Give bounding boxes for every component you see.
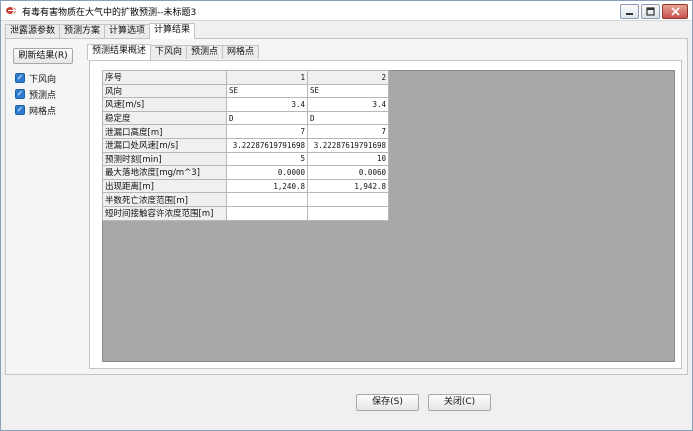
grid-cell[interactable]: 10 [307, 151, 389, 167]
grid-cell[interactable]: 3.22287619791698 [307, 137, 389, 153]
minimize-icon [626, 13, 633, 15]
refresh-results-button[interactable]: 刷新结果(R) [13, 48, 73, 64]
checkbox-downwind[interactable]: ✓ 下风向 [15, 72, 57, 85]
grid-cell-editor[interactable] [307, 205, 389, 221]
maximize-icon [646, 7, 655, 16]
row-header: 预测时刻[min] [102, 151, 227, 167]
checkbox-label: 网格点 [29, 106, 57, 117]
row-header: 半数死亡浓度范围[m] [102, 192, 227, 207]
grid-cell[interactable]: D [226, 110, 308, 126]
tab-calc-results[interactable]: 计算结果 [149, 23, 196, 39]
table-row: 泄漏口高度[m] 7 7 [102, 124, 389, 139]
inner-tab-bar: 预测结果概述 下风向 预测点 网格点 [87, 44, 260, 60]
table-row: 最大落地浓度[mg/m^3] 0.0000 0.0060 [102, 165, 389, 180]
grid-cell[interactable]: 3.4 [307, 97, 389, 112]
checkbox-checked-icon: ✓ [15, 89, 25, 99]
save-button[interactable]: 保存(S) [356, 394, 419, 411]
grid-cell[interactable]: 7 [226, 124, 308, 139]
grid-cell[interactable]: 7 [307, 124, 389, 139]
window-title: 有毒有害物质在大气中的扩散预测--未标题3 [22, 8, 197, 18]
close-icon [670, 7, 680, 16]
results-grid[interactable]: 序号 1 2 风向 SE SE 风速[m/s] 3.4 3.4 稳定度 D D … [102, 70, 389, 221]
table-row: 风速[m/s] 3.4 3.4 [102, 97, 389, 112]
tab-calc-options[interactable]: 计算选项 [104, 24, 151, 38]
maximize-button[interactable] [641, 4, 660, 19]
app-window: 有毒有害物质在大气中的扩散预测--未标题3 泄露源参数 预测方案 计算选项 计算… [0, 0, 693, 431]
grid-cell[interactable]: SE [307, 83, 389, 99]
row-header: 出现距离[m] [102, 178, 227, 194]
table-row: 半数死亡浓度范围[m] [102, 192, 389, 207]
grid-cell[interactable]: 1,942.8 [307, 178, 389, 194]
row-header: 风向 [102, 83, 227, 99]
checkbox-grid-points[interactable]: ✓ 网格点 [15, 104, 57, 117]
outer-tab-bar: 泄露源参数 预测方案 计算选项 计算结果 [5, 23, 196, 39]
grid-cell[interactable]: D [307, 110, 389, 126]
checkbox-checked-icon: ✓ [15, 105, 25, 115]
column-header[interactable]: 1 [226, 70, 308, 85]
checkbox-label: 预测点 [29, 90, 57, 101]
grid-cell[interactable]: 0.0000 [226, 165, 308, 180]
table-row: 短时间接触容许浓度范围[m] [102, 205, 389, 221]
tab-prediction-plan[interactable]: 预测方案 [59, 24, 106, 38]
row-header: 序号 [102, 70, 227, 85]
close-window-button[interactable] [662, 4, 688, 19]
grid-cell[interactable]: 5 [226, 151, 308, 167]
grid-cell[interactable]: 0.0060 [307, 165, 389, 180]
table-row: 出现距离[m] 1,240.8 1,942.8 [102, 178, 389, 194]
grid-cell[interactable]: 3.4 [226, 97, 308, 112]
close-button[interactable]: 关闭(C) [428, 394, 491, 411]
tab-predict-points[interactable]: 预测点 [186, 45, 224, 59]
grid-cell[interactable]: 1,240.8 [226, 178, 308, 194]
row-header: 泄漏口高度[m] [102, 124, 227, 139]
tab-results-overview[interactable]: 预测结果概述 [87, 44, 152, 60]
grid-cell[interactable] [226, 192, 308, 207]
table-row: 泄漏口处风速[m/s] 3.22287619791698 3.222876197… [102, 137, 389, 153]
tab-downwind[interactable]: 下风向 [150, 45, 188, 59]
checkbox-label: 下风向 [29, 74, 57, 85]
row-header: 稳定度 [102, 110, 227, 126]
row-header: 短时间接触容许浓度范围[m] [102, 205, 227, 221]
grid-cell[interactable] [307, 192, 389, 207]
grid-cell[interactable]: SE [226, 83, 308, 99]
grid-header-row: 序号 1 2 [102, 70, 389, 85]
minimize-button[interactable] [620, 4, 639, 19]
tab-grid-points[interactable]: 网格点 [222, 45, 260, 59]
checkbox-checked-icon: ✓ [15, 73, 25, 83]
row-header: 泄漏口处风速[m/s] [102, 137, 227, 153]
row-header: 最大落地浓度[mg/m^3] [102, 165, 227, 180]
row-header: 风速[m/s] [102, 97, 227, 112]
table-row: 风向 SE SE [102, 83, 389, 99]
table-row: 预测时刻[min] 5 10 [102, 151, 389, 167]
table-row: 稳定度 D D [102, 110, 389, 126]
column-header[interactable]: 2 [307, 70, 389, 85]
title-bar: 有毒有害物质在大气中的扩散预测--未标题3 [1, 1, 692, 21]
grid-cell[interactable]: 3.22287619791698 [226, 137, 308, 153]
app-icon [6, 6, 16, 15]
tab-source-params[interactable]: 泄露源参数 [5, 24, 61, 38]
grid-cell[interactable] [226, 205, 308, 221]
checkbox-predict-points[interactable]: ✓ 预测点 [15, 88, 57, 101]
